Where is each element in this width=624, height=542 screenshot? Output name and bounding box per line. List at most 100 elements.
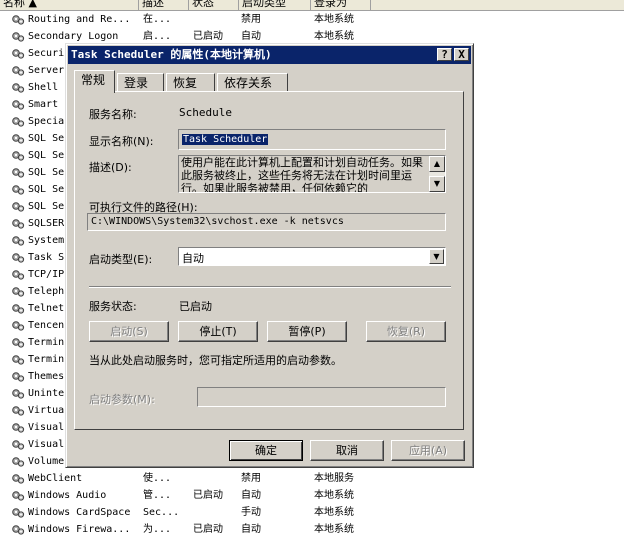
service-gear-icon — [11, 455, 25, 468]
service-name: Windows CardSpace — [28, 507, 131, 518]
service-gear-icon — [11, 149, 25, 162]
dialog-titlebar[interactable]: Task Scheduler 的属性(本地计算机) ? X — [68, 46, 471, 64]
service-gear-icon — [11, 200, 25, 213]
service-gear-icon — [11, 166, 25, 179]
service-description: 在... — [143, 14, 172, 25]
service-row[interactable]: Windows Audio 管... 已启动 自动 本地系统 — [0, 487, 624, 504]
stop-button[interactable]: 停止(T) — [178, 321, 258, 342]
tab-dependencies[interactable]: 依存关系 — [217, 73, 288, 92]
service-name: Windows Audio — [28, 490, 107, 501]
cancel-button[interactable]: 取消 — [310, 440, 384, 461]
service-name: Routing and Re... — [28, 14, 131, 25]
ok-button[interactable]: 确定 — [229, 440, 303, 461]
apply-button[interactable]: 应用(A) — [391, 440, 465, 461]
column-header-startup-type[interactable]: 启动类型 — [239, 0, 311, 10]
service-gear-icon — [11, 64, 25, 77]
startup-type-select[interactable]: 自动 ▼ — [178, 247, 446, 266]
service-startup-type: 禁用 — [241, 14, 261, 25]
service-description: 使... — [143, 473, 172, 484]
service-gear-icon — [11, 217, 25, 230]
start-button[interactable]: 启动(S) — [89, 321, 169, 342]
params-field[interactable] — [197, 387, 446, 407]
description-scrollbar[interactable]: ▲ ▼ — [429, 156, 445, 192]
service-gear-icon — [11, 30, 25, 43]
service-gear-icon — [11, 285, 25, 298]
scroll-down-icon[interactable]: ▼ — [429, 176, 445, 192]
pause-button[interactable]: 暂停(P) — [267, 321, 347, 342]
display-name-field[interactable]: Task Scheduler — [178, 129, 446, 150]
scroll-up-icon[interactable]: ▲ — [429, 156, 445, 172]
service-gear-icon — [11, 370, 25, 383]
chevron-down-icon[interactable]: ▼ — [429, 249, 444, 264]
exe-path-field[interactable]: C:\WINDOWS\System32\svchost.exe -k netsv… — [87, 213, 446, 231]
service-description: 为... — [143, 524, 172, 535]
service-startup-type: 手动 — [241, 507, 261, 518]
service-gear-icon — [11, 98, 25, 111]
service-row[interactable]: WebClient 使... 禁用 本地服务 — [0, 470, 624, 487]
service-logon: 本地系统 — [314, 524, 354, 535]
service-gear-icon — [11, 115, 25, 128]
service-name: Windows Firewa... — [28, 524, 131, 535]
service-gear-icon — [11, 13, 25, 26]
description-text: 使用户能在此计算机上配置和计划自动任务。如果此服务被终止，这些任务将无法在计划时… — [181, 156, 423, 193]
service-gear-icon — [11, 438, 25, 451]
service-logon: 本地系统 — [314, 507, 354, 518]
service-gear-icon — [11, 132, 25, 145]
service-description: 管... — [143, 490, 172, 501]
service-gear-icon — [11, 268, 25, 281]
service-gear-icon — [11, 302, 25, 315]
service-row[interactable]: Windows Firewa... 为... 已启动 自动 本地系统 — [0, 521, 624, 538]
general-tab-panel: 服务名称: Schedule 显示名称(N): Task Scheduler 描… — [74, 91, 464, 430]
service-gear-icon — [11, 183, 25, 196]
service-status: 已启动 — [193, 524, 223, 535]
description-label: 描述(D): — [89, 161, 132, 174]
column-header-status[interactable]: 状态 — [189, 0, 239, 10]
service-gear-icon — [11, 421, 25, 434]
service-row[interactable]: Routing and Re... 在... 禁用 本地系统 — [0, 11, 624, 28]
description-box[interactable]: 使用户能在此计算机上配置和计划自动任务。如果此服务被终止，这些任务将无法在计划时… — [178, 155, 446, 193]
separator — [89, 286, 451, 288]
display-name-text: Task Scheduler — [182, 134, 269, 145]
column-header-logon[interactable]: 登录为 — [311, 0, 371, 10]
service-gear-icon — [11, 472, 25, 485]
service-name-value: Schedule — [179, 106, 232, 119]
service-gear-icon — [11, 489, 25, 502]
service-gear-icon — [11, 336, 25, 349]
service-gear-icon — [11, 81, 25, 94]
close-icon[interactable]: X — [454, 48, 469, 61]
tab-general[interactable]: 常规 — [74, 70, 115, 93]
service-status-value: 已启动 — [179, 300, 212, 313]
dialog-title: Task Scheduler 的属性(本地计算机) — [71, 48, 272, 61]
help-icon[interactable]: ? — [437, 48, 452, 61]
service-name-label: 服务名称: — [89, 108, 137, 121]
service-logon: 本地系统 — [314, 490, 354, 501]
params-hint: 当从此处启动服务时，您可指定所适用的启动参数。 — [89, 354, 342, 367]
service-gear-icon — [11, 47, 25, 60]
resume-button[interactable]: 恢复(R) — [366, 321, 446, 342]
service-gear-icon — [11, 353, 25, 366]
services-list-header: 名称 ▲ 描述 状态 启动类型 登录为 — [0, 0, 624, 11]
service-description: Sec... — [143, 507, 180, 518]
startup-type-value: 自动 — [182, 252, 204, 265]
startup-type-label: 启动类型(E): — [89, 253, 153, 266]
display-name-label: 显示名称(N): — [89, 135, 154, 148]
service-gear-icon — [11, 234, 25, 247]
service-startup-type: 自动 — [241, 490, 261, 501]
service-gear-icon — [11, 251, 25, 264]
service-gear-icon — [11, 387, 25, 400]
service-name: WebClient — [28, 473, 83, 484]
service-status-label: 服务状态: — [89, 300, 137, 313]
column-header-description[interactable]: 描述 — [139, 0, 189, 10]
service-gear-icon — [11, 506, 25, 519]
column-header-name[interactable]: 名称 ▲ — [0, 0, 139, 10]
params-label: 启动参数(M): — [89, 393, 155, 406]
service-logon: 本地服务 — [314, 473, 354, 484]
service-status: 已启动 — [193, 490, 223, 501]
service-gear-icon — [11, 404, 25, 417]
tab-recovery[interactable]: 恢复 — [166, 73, 215, 92]
properties-dialog: Task Scheduler 的属性(本地计算机) ? X 常规 登录 恢复 依… — [65, 43, 474, 468]
service-startup-type: 自动 — [241, 524, 261, 535]
tab-logon[interactable]: 登录 — [117, 73, 164, 92]
service-gear-icon — [11, 523, 25, 536]
service-row[interactable]: Windows CardSpace Sec... 手动 本地系统 — [0, 504, 624, 521]
